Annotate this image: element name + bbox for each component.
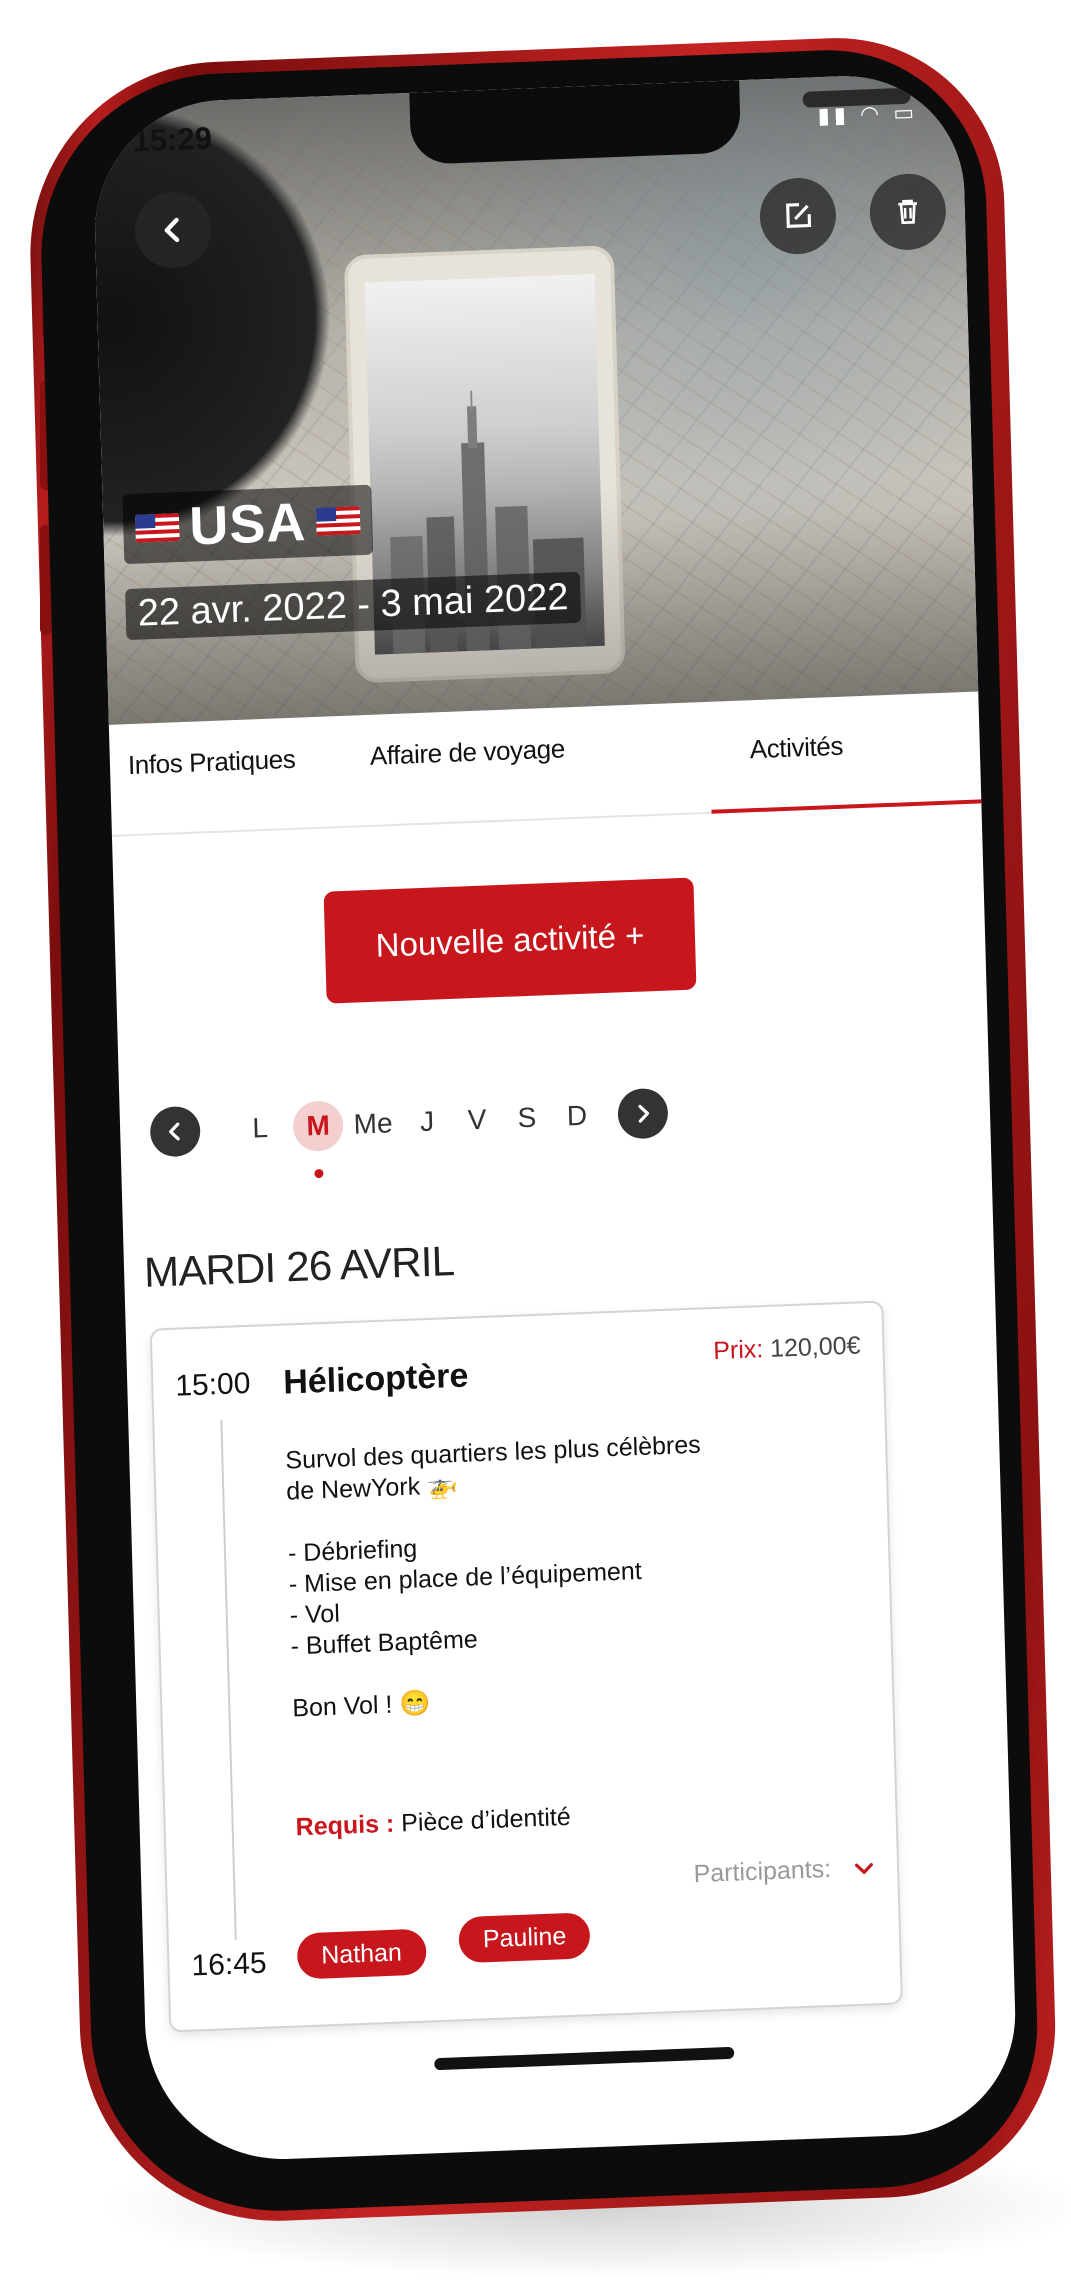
- activity-description: Survol des quartiers les plus célèbres d…: [285, 1426, 812, 1725]
- required-value: Pièce d’identité: [400, 1802, 572, 1838]
- chevron-right-icon: [638, 1104, 650, 1123]
- home-indicator[interactable]: [434, 2046, 735, 2071]
- edit-trip-button[interactable]: [758, 176, 837, 256]
- new-activity-button[interactable]: Nouvelle activité +: [323, 877, 697, 1004]
- wifi-icon: ◠: [859, 100, 884, 127]
- us-flag-icon: [134, 513, 180, 543]
- price-label: Prix:: [712, 1335, 764, 1366]
- day-friday[interactable]: V: [451, 1094, 502, 1146]
- edit-icon: [786, 203, 812, 228]
- trip-title-chip: USA: [122, 484, 374, 565]
- selected-day-dot: [314, 1168, 324, 1179]
- trash-icon: [898, 199, 917, 225]
- chevron-left-icon: [169, 1122, 180, 1141]
- active-tab-indicator: [711, 799, 982, 814]
- day-heading: MARDI 26 AVRIL: [143, 1236, 455, 1296]
- next-week-button[interactable]: [617, 1087, 669, 1140]
- price-value: 120,00€: [769, 1331, 861, 1363]
- participants-label: Participants:: [693, 1854, 832, 1889]
- activity-timeline: [220, 1419, 237, 1940]
- participant-chip[interactable]: Pauline: [458, 1912, 591, 1964]
- status-time: 15:29: [132, 120, 213, 159]
- day-saturday[interactable]: S: [501, 1092, 552, 1144]
- activity-title: Hélicoptère: [282, 1356, 469, 1402]
- device-notch: [409, 80, 982, 165]
- app-screen: 15:29 ▮▮ ◠ ▭ USA 22 avr. 2022 - 3 mai 20…: [91, 71, 1019, 2165]
- device-mockup: 15:29 ▮▮ ◠ ▭ USA 22 avr. 2022 - 3 mai 20…: [0, 0, 1071, 2290]
- activity-requirements: Requis : Pièce d’identité: [295, 1803, 571, 1843]
- week-selector: L M Me J V S D: [139, 1064, 921, 1194]
- day-tuesday[interactable]: M: [292, 1100, 344, 1153]
- day-monday[interactable]: L: [234, 1102, 285, 1154]
- battery-icon: ▭: [892, 99, 919, 126]
- prev-week-button[interactable]: [149, 1105, 201, 1158]
- notch-camera: [957, 80, 982, 106]
- day-thursday[interactable]: J: [401, 1096, 452, 1148]
- day-sunday[interactable]: D: [551, 1090, 602, 1142]
- activity-price: Prix: 120,00€: [713, 1331, 861, 1366]
- activity-card[interactable]: 15:00 Hélicoptère Prix: 120,00€ Survol d…: [149, 1300, 903, 2033]
- us-flag-icon: [315, 506, 361, 536]
- activity-end-time: 16:45: [191, 1946, 268, 1983]
- chevron-down-icon: [855, 1862, 873, 1874]
- activity-start-time: 15:00: [174, 1366, 251, 1403]
- trip-title: USA: [188, 492, 308, 557]
- tab-affaire-de-voyage[interactable]: Affaire de voyage: [369, 733, 565, 771]
- status-icons: ▮▮ ◠ ▭: [817, 99, 918, 129]
- signal-icon: ▮▮: [817, 102, 851, 129]
- required-label: Requis :: [295, 1809, 395, 1842]
- back-button[interactable]: [134, 190, 213, 270]
- trip-cover-image: 15:29 ▮▮ ◠ ▭ USA 22 avr. 2022 - 3 mai 20…: [91, 71, 982, 725]
- chevron-left-icon: [164, 217, 180, 243]
- day-wednesday[interactable]: Me: [347, 1098, 398, 1150]
- participant-chip[interactable]: Nathan: [296, 1928, 427, 1980]
- participants-toggle[interactable]: Participants:: [693, 1853, 875, 1889]
- tab-activites[interactable]: Activités: [749, 731, 843, 766]
- delete-trip-button[interactable]: [868, 172, 947, 252]
- tab-infos-pratiques[interactable]: Infos Pratiques: [128, 744, 296, 781]
